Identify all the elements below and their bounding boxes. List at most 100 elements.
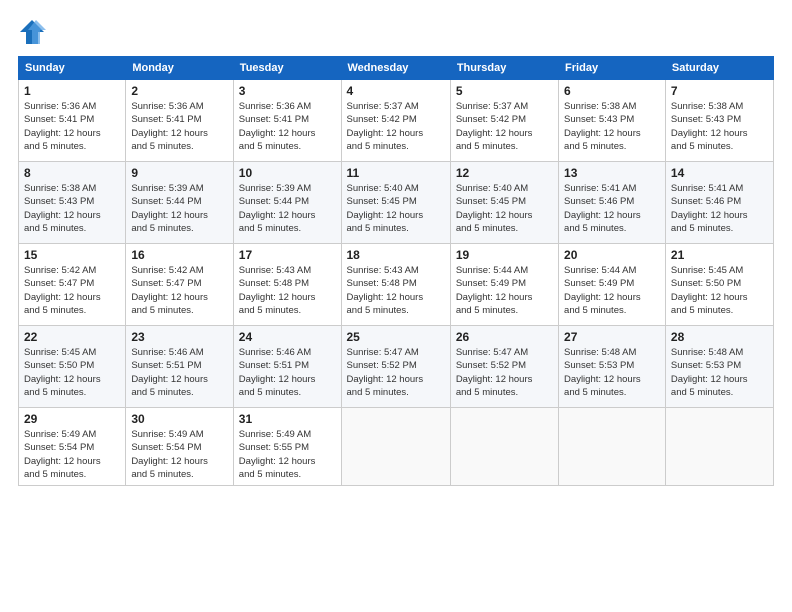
day-info: Sunrise: 5:46 AM Sunset: 5:51 PM Dayligh… — [239, 346, 336, 399]
calendar-cell: 23 Sunrise: 5:46 AM Sunset: 5:51 PM Dayli… — [126, 326, 233, 408]
day-info: Sunrise: 5:44 AM Sunset: 5:49 PM Dayligh… — [564, 264, 660, 317]
day-number: 24 — [239, 330, 336, 344]
calendar-cell — [559, 408, 666, 486]
calendar-cell: 30 Sunrise: 5:49 AM Sunset: 5:54 PM Dayli… — [126, 408, 233, 486]
calendar-cell: 11 Sunrise: 5:40 AM Sunset: 5:45 PM Dayli… — [341, 162, 450, 244]
calendar-header-row: SundayMondayTuesdayWednesdayThursdayFrid… — [19, 57, 774, 80]
calendar-cell: 21 Sunrise: 5:45 AM Sunset: 5:50 PM Dayli… — [665, 244, 773, 326]
day-info: Sunrise: 5:46 AM Sunset: 5:51 PM Dayligh… — [131, 346, 227, 399]
logo — [18, 18, 50, 46]
calendar-cell: 4 Sunrise: 5:37 AM Sunset: 5:42 PM Daylig… — [341, 80, 450, 162]
day-info: Sunrise: 5:42 AM Sunset: 5:47 PM Dayligh… — [131, 264, 227, 317]
day-info: Sunrise: 5:41 AM Sunset: 5:46 PM Dayligh… — [671, 182, 768, 235]
day-info: Sunrise: 5:45 AM Sunset: 5:50 PM Dayligh… — [671, 264, 768, 317]
day-number: 21 — [671, 248, 768, 262]
day-number: 12 — [456, 166, 553, 180]
day-number: 22 — [24, 330, 120, 344]
calendar-cell: 12 Sunrise: 5:40 AM Sunset: 5:45 PM Dayli… — [450, 162, 558, 244]
day-number: 20 — [564, 248, 660, 262]
day-number: 15 — [24, 248, 120, 262]
calendar-cell: 6 Sunrise: 5:38 AM Sunset: 5:43 PM Daylig… — [559, 80, 666, 162]
calendar-cell: 3Sunrise: 5:36 AM Sunset: 5:41 PM Daylig… — [233, 80, 341, 162]
day-number: 2 — [131, 84, 227, 98]
day-info: Sunrise: 5:38 AM Sunset: 5:43 PM Dayligh… — [564, 100, 660, 153]
day-info: Sunrise: 5:36 AM Sunset: 5:41 PM Dayligh… — [24, 100, 120, 153]
calendar-dow-monday: Monday — [126, 57, 233, 80]
calendar-cell: 7 Sunrise: 5:38 AM Sunset: 5:43 PM Daylig… — [665, 80, 773, 162]
day-info: Sunrise: 5:49 AM Sunset: 5:55 PM Dayligh… — [239, 428, 336, 481]
day-number: 11 — [347, 166, 445, 180]
calendar-cell: 27 Sunrise: 5:48 AM Sunset: 5:53 PM Dayli… — [559, 326, 666, 408]
day-number: 25 — [347, 330, 445, 344]
day-info: Sunrise: 5:49 AM Sunset: 5:54 PM Dayligh… — [24, 428, 120, 481]
day-info: Sunrise: 5:45 AM Sunset: 5:50 PM Dayligh… — [24, 346, 120, 399]
day-number: 8 — [24, 166, 120, 180]
calendar-week-row: 1 Sunrise: 5:36 AM Sunset: 5:41 PM Daylig… — [19, 80, 774, 162]
calendar-cell: 1 Sunrise: 5:36 AM Sunset: 5:41 PM Daylig… — [19, 80, 126, 162]
calendar-cell: 25 Sunrise: 5:47 AM Sunset: 5:52 PM Dayli… — [341, 326, 450, 408]
day-info: Sunrise: 5:40 AM Sunset: 5:45 PM Dayligh… — [347, 182, 445, 235]
day-info: Sunrise: 5:48 AM Sunset: 5:53 PM Dayligh… — [564, 346, 660, 399]
calendar-cell: 16 Sunrise: 5:42 AM Sunset: 5:47 PM Dayli… — [126, 244, 233, 326]
day-info: Sunrise: 5:38 AM Sunset: 5:43 PM Dayligh… — [671, 100, 768, 153]
day-number: 23 — [131, 330, 227, 344]
day-info: Sunrise: 5:48 AM Sunset: 5:53 PM Dayligh… — [671, 346, 768, 399]
calendar-cell: 31 Sunrise: 5:49 AM Sunset: 5:55 PM Dayli… — [233, 408, 341, 486]
day-number: 4 — [347, 84, 445, 98]
day-info: Sunrise: 5:37 AM Sunset: 5:42 PM Dayligh… — [347, 100, 445, 153]
day-info: Sunrise: 5:39 AM Sunset: 5:44 PM Dayligh… — [131, 182, 227, 235]
calendar-cell: 19Sunrise: 5:44 AM Sunset: 5:49 PM Dayli… — [450, 244, 558, 326]
calendar-cell: 20 Sunrise: 5:44 AM Sunset: 5:49 PM Dayli… — [559, 244, 666, 326]
calendar-cell: 2 Sunrise: 5:36 AM Sunset: 5:41 PM Daylig… — [126, 80, 233, 162]
calendar-cell: 22 Sunrise: 5:45 AM Sunset: 5:50 PM Dayli… — [19, 326, 126, 408]
day-info: Sunrise: 5:36 AM Sunset: 5:41 PM Dayligh… — [239, 100, 336, 153]
calendar-week-row: 15 Sunrise: 5:42 AM Sunset: 5:47 PM Dayli… — [19, 244, 774, 326]
calendar-dow-wednesday: Wednesday — [341, 57, 450, 80]
day-number: 16 — [131, 248, 227, 262]
calendar-cell: 24 Sunrise: 5:46 AM Sunset: 5:51 PM Dayli… — [233, 326, 341, 408]
calendar-cell: 10Sunrise: 5:39 AM Sunset: 5:44 PM Dayli… — [233, 162, 341, 244]
day-number: 5 — [456, 84, 553, 98]
day-number: 6 — [564, 84, 660, 98]
day-number: 29 — [24, 412, 120, 426]
logo-icon — [18, 18, 46, 46]
calendar-cell — [450, 408, 558, 486]
calendar-dow-saturday: Saturday — [665, 57, 773, 80]
day-info: Sunrise: 5:38 AM Sunset: 5:43 PM Dayligh… — [24, 182, 120, 235]
calendar-dow-thursday: Thursday — [450, 57, 558, 80]
day-number: 28 — [671, 330, 768, 344]
day-number: 13 — [564, 166, 660, 180]
calendar-cell: 5Sunrise: 5:37 AM Sunset: 5:42 PM Daylig… — [450, 80, 558, 162]
day-info: Sunrise: 5:40 AM Sunset: 5:45 PM Dayligh… — [456, 182, 553, 235]
day-info: Sunrise: 5:47 AM Sunset: 5:52 PM Dayligh… — [347, 346, 445, 399]
day-info: Sunrise: 5:39 AM Sunset: 5:44 PM Dayligh… — [239, 182, 336, 235]
day-number: 27 — [564, 330, 660, 344]
calendar-cell: 18 Sunrise: 5:43 AM Sunset: 5:48 PM Dayli… — [341, 244, 450, 326]
day-info: Sunrise: 5:43 AM Sunset: 5:48 PM Dayligh… — [239, 264, 336, 317]
calendar-week-row: 22 Sunrise: 5:45 AM Sunset: 5:50 PM Dayli… — [19, 326, 774, 408]
calendar-dow-friday: Friday — [559, 57, 666, 80]
calendar-cell: 13 Sunrise: 5:41 AM Sunset: 5:46 PM Dayli… — [559, 162, 666, 244]
calendar-cell — [665, 408, 773, 486]
calendar-cell: 8 Sunrise: 5:38 AM Sunset: 5:43 PM Daylig… — [19, 162, 126, 244]
calendar-dow-tuesday: Tuesday — [233, 57, 341, 80]
day-info: Sunrise: 5:41 AM Sunset: 5:46 PM Dayligh… — [564, 182, 660, 235]
calendar-cell: 17 Sunrise: 5:43 AM Sunset: 5:48 PM Dayli… — [233, 244, 341, 326]
page-container: SundayMondayTuesdayWednesdayThursdayFrid… — [0, 0, 792, 496]
day-info: Sunrise: 5:43 AM Sunset: 5:48 PM Dayligh… — [347, 264, 445, 317]
day-number: 7 — [671, 84, 768, 98]
day-number: 30 — [131, 412, 227, 426]
day-info: Sunrise: 5:42 AM Sunset: 5:47 PM Dayligh… — [24, 264, 120, 317]
day-number: 1 — [24, 84, 120, 98]
calendar-cell: 14Sunrise: 5:41 AM Sunset: 5:46 PM Dayli… — [665, 162, 773, 244]
day-number: 31 — [239, 412, 336, 426]
day-info: Sunrise: 5:36 AM Sunset: 5:41 PM Dayligh… — [131, 100, 227, 153]
day-number: 9 — [131, 166, 227, 180]
day-number: 17 — [239, 248, 336, 262]
calendar-cell: 9 Sunrise: 5:39 AM Sunset: 5:44 PM Daylig… — [126, 162, 233, 244]
day-number: 19 — [456, 248, 553, 262]
calendar-cell: 15 Sunrise: 5:42 AM Sunset: 5:47 PM Dayli… — [19, 244, 126, 326]
calendar-dow-sunday: Sunday — [19, 57, 126, 80]
day-number: 18 — [347, 248, 445, 262]
day-info: Sunrise: 5:49 AM Sunset: 5:54 PM Dayligh… — [131, 428, 227, 481]
